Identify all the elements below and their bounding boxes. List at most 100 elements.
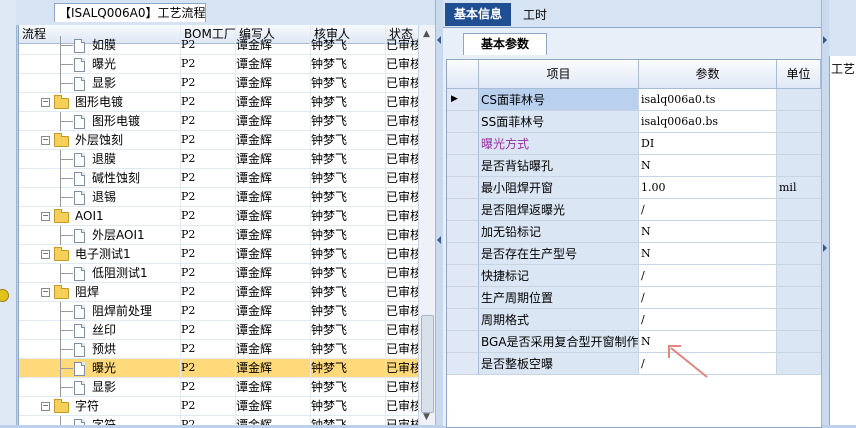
row-indicator[interactable] bbox=[447, 287, 479, 309]
param-row[interactable]: 加无铅标记 N bbox=[447, 221, 821, 243]
expand-toggle-icon[interactable]: − bbox=[41, 250, 50, 259]
tree-step-row[interactable]: 预烘 P2 谭金辉 钟梦飞 已审核 bbox=[19, 340, 419, 359]
tree-vertical-scrollbar[interactable]: ▲ ▼ bbox=[418, 25, 435, 425]
param-row[interactable]: 是否整板空曝 / bbox=[447, 353, 821, 375]
editor-cell: 谭金辉 bbox=[236, 304, 273, 318]
param-value-cell[interactable]: / bbox=[639, 265, 777, 287]
tree-step-row[interactable]: 丝印 P2 谭金辉 钟梦飞 已审核 bbox=[19, 321, 419, 340]
document-icon bbox=[74, 381, 85, 395]
tree-node-name: 外层蚀刻 bbox=[75, 133, 124, 147]
param-row[interactable]: 是否存在生产型号 N bbox=[447, 243, 821, 265]
status-cell: 已审核 bbox=[386, 38, 419, 52]
tree-step-row[interactable]: 退锡 P2 谭金辉 钟梦飞 已审核 bbox=[19, 188, 419, 207]
expand-toggle-icon[interactable]: − bbox=[41, 136, 50, 145]
tree-step-row[interactable]: 退膜 P2 谭金辉 钟梦飞 已审核 bbox=[19, 150, 419, 169]
tree-group-row[interactable]: − 外层蚀刻 P2 谭金辉 钟梦飞 已审核 bbox=[19, 131, 419, 150]
collapse-right-icon[interactable] bbox=[823, 36, 827, 44]
param-value-cell[interactable]: N bbox=[639, 155, 777, 177]
param-row[interactable]: 周期格式 / bbox=[447, 309, 821, 331]
param-row[interactable]: 快捷标记 / bbox=[447, 265, 821, 287]
param-value-cell[interactable]: / bbox=[639, 309, 777, 331]
param-row[interactable]: ▶ CS面菲林号 isalq006a0.ts bbox=[447, 89, 821, 111]
document-icon bbox=[74, 153, 85, 167]
tab-basic-info[interactable]: 基本信息 bbox=[445, 3, 511, 26]
expand-toggle-icon[interactable]: − bbox=[41, 212, 50, 221]
row-indicator[interactable] bbox=[447, 133, 479, 155]
column-header-value[interactable]: 参数 bbox=[639, 60, 777, 89]
row-indicator[interactable] bbox=[447, 309, 479, 331]
column-header-unit[interactable]: 单位 bbox=[777, 60, 821, 89]
editor-cell: 谭金辉 bbox=[236, 95, 273, 109]
expand-toggle-icon[interactable]: − bbox=[41, 402, 50, 411]
reviewer-cell: 钟梦飞 bbox=[311, 38, 348, 52]
tree-group-row[interactable]: − 图形电镀 P2 谭金辉 钟梦飞 已审核 bbox=[19, 93, 419, 112]
param-row[interactable]: 曝光方式 DI bbox=[447, 133, 821, 155]
tree-step-row[interactable]: 曝光 P2 谭金辉 钟梦飞 已审核 bbox=[19, 359, 419, 378]
editor-cell: 谭金辉 bbox=[236, 247, 273, 261]
row-indicator[interactable] bbox=[447, 221, 479, 243]
bom-cell: P2 bbox=[181, 38, 196, 51]
tree-step-row[interactable]: 曝光 P2 谭金辉 钟梦飞 已审核 bbox=[19, 55, 419, 74]
editor-cell: 谭金辉 bbox=[236, 342, 273, 356]
folder-icon bbox=[54, 133, 69, 147]
param-unit-cell bbox=[777, 89, 821, 111]
param-row[interactable]: 生产周期位置 / bbox=[447, 287, 821, 309]
tree-node-name: 显影 bbox=[92, 380, 117, 394]
tree-step-row[interactable]: 碱性蚀刻 P2 谭金辉 钟梦飞 已审核 bbox=[19, 169, 419, 188]
param-row[interactable]: 是否阻焊返曝光 / bbox=[447, 199, 821, 221]
row-indicator[interactable] bbox=[447, 199, 479, 221]
param-value-cell[interactable]: / bbox=[639, 287, 777, 309]
tree-group-row[interactable]: − 电子测试1 P2 谭金辉 钟梦飞 已审核 bbox=[19, 245, 419, 264]
scroll-up-icon[interactable]: ▲ bbox=[419, 26, 434, 42]
param-row[interactable]: SS面菲林号 isalq006a0.bs bbox=[447, 111, 821, 133]
tree-step-row[interactable]: 外层AOI1 P2 谭金辉 钟梦飞 已审核 bbox=[19, 226, 419, 245]
row-indicator[interactable] bbox=[447, 265, 479, 287]
param-row[interactable]: BGA是否采用复合型开窗制作 N bbox=[447, 331, 821, 353]
tree-step-row[interactable]: 字符 P2 谭金辉 钟梦飞 已审核 bbox=[19, 416, 419, 425]
param-value-cell[interactable]: / bbox=[639, 199, 777, 221]
tree-step-row[interactable]: 图形电镀 P2 谭金辉 钟梦飞 已审核 bbox=[19, 112, 419, 131]
bom-cell: P2 bbox=[181, 114, 196, 127]
param-value-cell[interactable]: N bbox=[639, 221, 777, 243]
row-indicator[interactable] bbox=[447, 111, 479, 133]
tree-node-name: AOI1 bbox=[75, 209, 104, 223]
tab-work-hours[interactable]: 工时 bbox=[515, 5, 555, 25]
param-value-cell[interactable]: isalq006a0.bs bbox=[639, 111, 777, 133]
param-value-cell[interactable]: isalq006a0.ts bbox=[639, 89, 777, 111]
tab-basic-params[interactable]: 基本参数 bbox=[463, 33, 547, 55]
param-value-cell[interactable]: N bbox=[639, 243, 777, 265]
collapse-left-icon[interactable] bbox=[437, 36, 441, 44]
tree-connector bbox=[60, 226, 61, 245]
editor-cell: 谭金辉 bbox=[236, 209, 273, 223]
status-cell: 已审核 bbox=[386, 76, 419, 90]
tab-process-flow[interactable]: 【ISALQ006A0】工艺流程 bbox=[54, 3, 206, 22]
row-indicator[interactable] bbox=[447, 177, 479, 199]
param-row[interactable]: 是否背钻曝孔 N bbox=[447, 155, 821, 177]
collapse-left-icon-2[interactable] bbox=[437, 236, 441, 244]
tree-group-row[interactable]: − 阻焊 P2 谭金辉 钟梦飞 已审核 bbox=[19, 283, 419, 302]
param-value-cell[interactable]: DI bbox=[639, 133, 777, 155]
param-value-cell[interactable]: 1.00 bbox=[639, 177, 777, 199]
expand-toggle-icon[interactable]: − bbox=[41, 98, 50, 107]
tree-step-row[interactable]: 显影 P2 谭金辉 钟梦飞 已审核 bbox=[19, 378, 419, 397]
column-header-item[interactable]: 项目 bbox=[479, 60, 639, 89]
row-indicator[interactable] bbox=[447, 243, 479, 265]
tree-group-row[interactable]: − 字符 P2 谭金辉 钟梦飞 已审核 bbox=[19, 397, 419, 416]
scroll-thumb[interactable] bbox=[421, 315, 434, 413]
row-indicator[interactable]: ▶ bbox=[447, 89, 479, 111]
tree-step-row[interactable]: 显影 P2 谭金辉 钟梦飞 已审核 bbox=[19, 74, 419, 93]
param-row[interactable]: 最小阻焊开窗 1.00 mil bbox=[447, 177, 821, 199]
document-icon bbox=[74, 172, 85, 186]
bom-cell: P2 bbox=[181, 399, 196, 412]
tree-step-row[interactable]: 低阻测试1 P2 谭金辉 钟梦飞 已审核 bbox=[19, 264, 419, 283]
param-unit-cell bbox=[777, 309, 821, 331]
row-indicator[interactable] bbox=[447, 331, 479, 353]
expand-toggle-icon[interactable]: − bbox=[41, 288, 50, 297]
scroll-down-icon[interactable]: ▼ bbox=[419, 409, 434, 425]
tree-step-row[interactable]: 如膜 P2 谭金辉 钟梦飞 已审核 bbox=[19, 36, 419, 55]
row-indicator[interactable] bbox=[447, 155, 479, 177]
collapse-right-icon-2[interactable] bbox=[823, 244, 827, 252]
row-indicator[interactable] bbox=[447, 353, 479, 375]
tree-step-row[interactable]: 阻焊前处理 P2 谭金辉 钟梦飞 已审核 bbox=[19, 302, 419, 321]
tree-group-row[interactable]: − AOI1 P2 谭金辉 钟梦飞 已审核 bbox=[19, 207, 419, 226]
